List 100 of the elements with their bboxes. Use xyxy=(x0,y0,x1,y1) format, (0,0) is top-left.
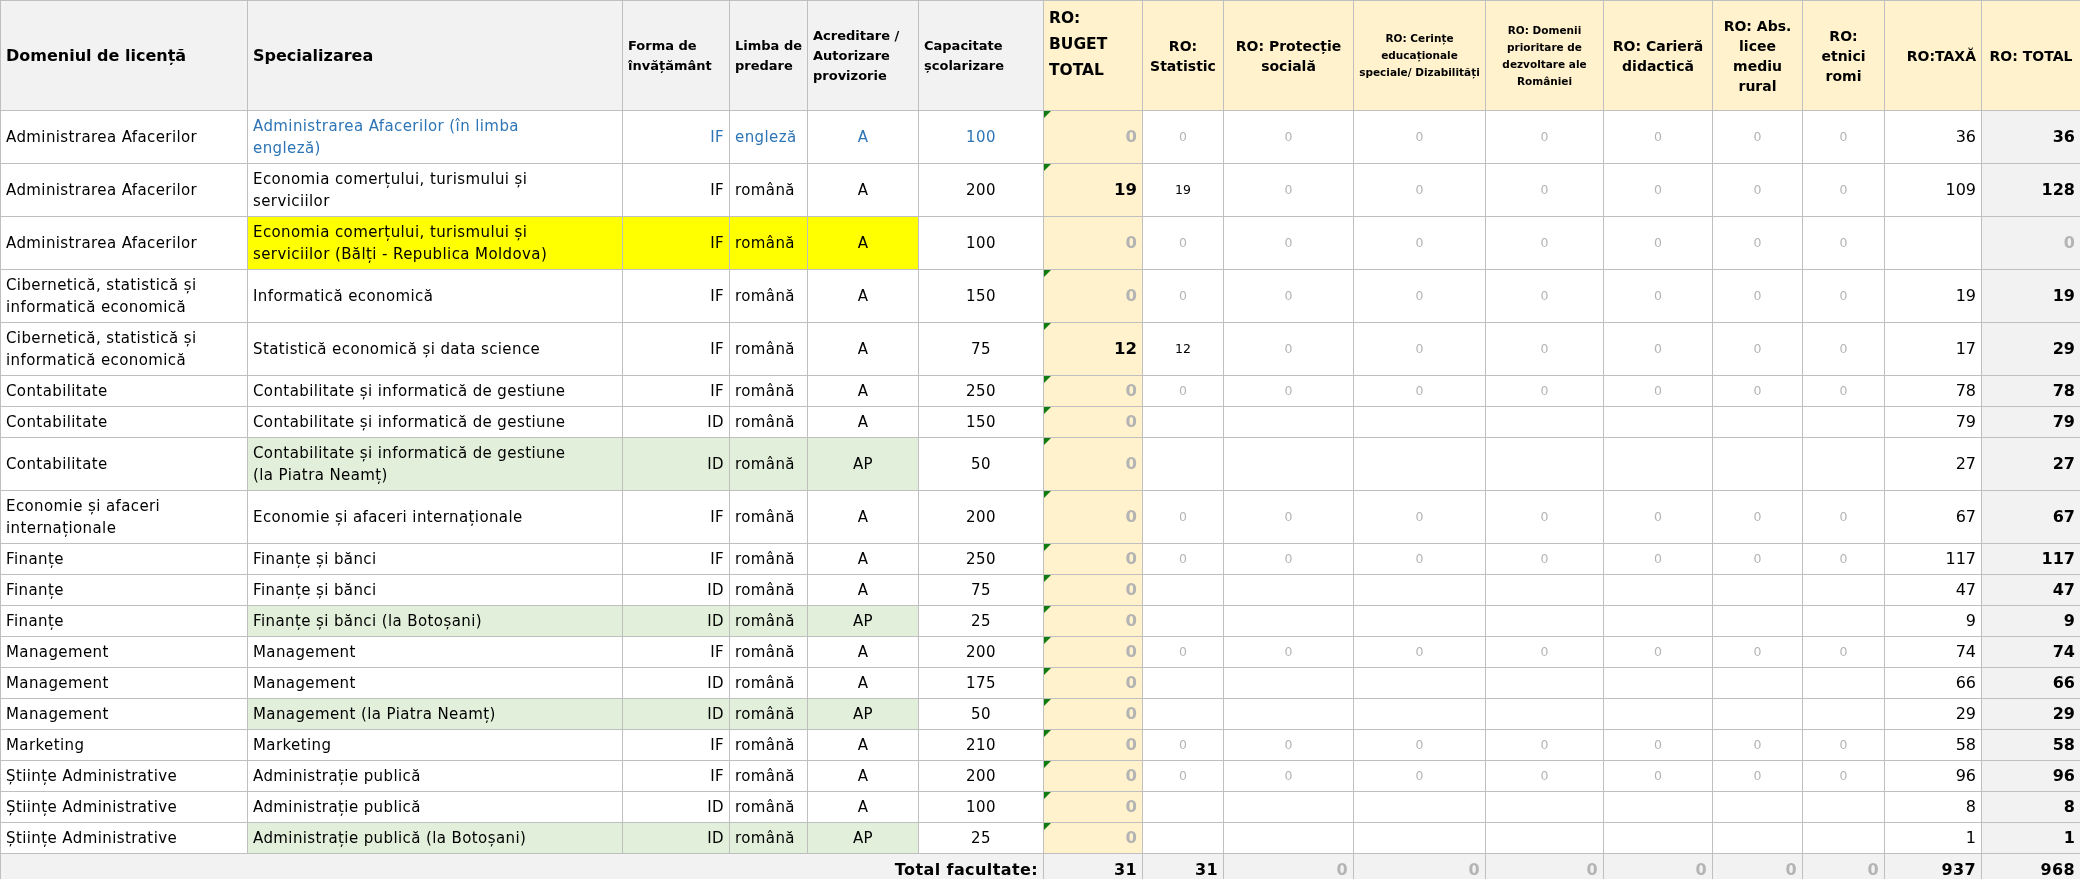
table-cell: A xyxy=(807,543,919,575)
table-cell: 0 xyxy=(1981,216,2080,270)
table-cell: 27 xyxy=(1981,437,2080,491)
table-cell: Finanțe xyxy=(0,543,248,575)
table-cell: 0 xyxy=(1802,216,1885,270)
table-cell: A xyxy=(807,729,919,761)
table-cell: 79 xyxy=(1981,406,2080,438)
table-cell: 8 xyxy=(1884,791,1982,823)
table-cell: 0 xyxy=(1142,636,1224,668)
table-cell: 67 xyxy=(1884,490,1982,544)
table-cell: 50 xyxy=(918,698,1044,730)
table-cell: 0 xyxy=(1353,110,1486,164)
table-cell: română xyxy=(729,822,808,854)
table-cell: 74 xyxy=(1884,636,1982,668)
column-header: RO: Cerințe educaționale speciale/ Dizabilități xyxy=(1353,0,1486,111)
table-cell: 19 xyxy=(1884,269,1982,323)
table-cell: 0 xyxy=(1353,760,1486,792)
table-cell: 200 xyxy=(918,490,1044,544)
table-cell: 9 xyxy=(1981,605,2080,637)
table-cell: Finanțe și bănci xyxy=(247,543,623,575)
column-header: RO: Domenii prioritare de dezvoltare ale României xyxy=(1485,0,1604,111)
table-cell: IF xyxy=(622,543,730,575)
table-cell: 47 xyxy=(1981,574,2080,606)
table-cell: 96 xyxy=(1884,760,1982,792)
table-cell: Administrație publică xyxy=(247,791,623,823)
table-cell: A xyxy=(807,110,919,164)
column-header: Domeniul de licență xyxy=(0,0,248,111)
table-cell: ID xyxy=(622,406,730,438)
table-cell: 0 xyxy=(1043,729,1143,761)
table-cell: română xyxy=(729,269,808,323)
table-cell: Management (la Piatra Neamț) xyxy=(247,698,623,730)
table-cell: 0 xyxy=(1485,760,1604,792)
table-cell: ID xyxy=(622,822,730,854)
table-cell: Management xyxy=(247,636,623,668)
table-cell: IF xyxy=(622,110,730,164)
table-cell: 9 xyxy=(1884,605,1982,637)
table-cell: 0 xyxy=(1142,760,1224,792)
table-cell: 0 xyxy=(1223,375,1354,407)
table-cell: 200 xyxy=(918,163,1044,217)
column-header: RO: Statistic xyxy=(1142,0,1224,111)
table-cell: AP xyxy=(807,605,919,637)
table-cell: 175 xyxy=(918,667,1044,699)
table-cell: 968 xyxy=(1981,853,2080,879)
table-cell: 29 xyxy=(1884,698,1982,730)
table-cell: 0 xyxy=(1485,853,1604,879)
table-cell: 109 xyxy=(1884,163,1982,217)
table-cell: 0 xyxy=(1043,437,1143,491)
table-cell: 25 xyxy=(918,605,1044,637)
table-cell: 0 xyxy=(1712,729,1803,761)
table-cell: română xyxy=(729,636,808,668)
table-cell: 0 xyxy=(1353,543,1486,575)
column-header: RO: BUGET TOTAL xyxy=(1043,0,1143,111)
table-cell: 0 xyxy=(1485,269,1604,323)
table-cell: 0 xyxy=(1802,110,1885,164)
table-cell: Cibernetică, statistică și informatică economică xyxy=(0,269,248,323)
table-cell: Contabilitate și informatică de gestiune xyxy=(247,406,623,438)
table-cell: Finanțe și bănci xyxy=(247,574,623,606)
table-cell: 0 xyxy=(1802,163,1885,217)
table-cell: 78 xyxy=(1884,375,1982,407)
table-cell: IF xyxy=(622,269,730,323)
table-cell: 74 xyxy=(1981,636,2080,668)
table-cell: IF xyxy=(622,760,730,792)
table-cell: Științe Administrative xyxy=(0,760,248,792)
table-cell: A xyxy=(807,791,919,823)
table-cell: 12 xyxy=(1043,322,1143,376)
table-cell: Finanțe xyxy=(0,605,248,637)
table-cell: 58 xyxy=(1884,729,1982,761)
table-cell: 19 xyxy=(1981,269,2080,323)
table-cell: 0 xyxy=(1603,636,1713,668)
table-cell: 0 xyxy=(1603,322,1713,376)
table-cell: 128 xyxy=(1981,163,2080,217)
column-header: RO: Protecție socială xyxy=(1223,0,1354,111)
table-cell: Finanțe xyxy=(0,574,248,606)
table-cell: Marketing xyxy=(0,729,248,761)
table-cell: 36 xyxy=(1981,110,2080,164)
table-cell: 0 xyxy=(1712,636,1803,668)
table-cell: 0 xyxy=(1353,375,1486,407)
table-cell: 0 xyxy=(1603,375,1713,407)
table-cell: Contabilitate și informatică de gestiune (la Piatra Neamț) xyxy=(247,437,623,491)
table-cell: 0 xyxy=(1043,110,1143,164)
table-cell: română xyxy=(729,543,808,575)
table-cell: 67 xyxy=(1981,490,2080,544)
table-cell: 0 xyxy=(1603,216,1713,270)
column-header: Forma de învățământ xyxy=(622,0,730,111)
table-cell: 96 xyxy=(1981,760,2080,792)
table-cell: 0 xyxy=(1485,110,1604,164)
table-cell: 29 xyxy=(1981,322,2080,376)
table-cell: română xyxy=(729,406,808,438)
table-cell: AP xyxy=(807,437,919,491)
table-cell: 66 xyxy=(1884,667,1982,699)
table-cell: A xyxy=(807,163,919,217)
table-cell: 0 xyxy=(1802,490,1885,544)
table-cell: 0 xyxy=(1712,543,1803,575)
table-cell: IF xyxy=(622,375,730,407)
table-cell: română xyxy=(729,163,808,217)
table-cell: AP xyxy=(807,698,919,730)
table-cell: 0 xyxy=(1802,269,1885,323)
table-cell: 0 xyxy=(1353,636,1486,668)
table-cell: română xyxy=(729,216,808,270)
table-cell: 0 xyxy=(1223,110,1354,164)
